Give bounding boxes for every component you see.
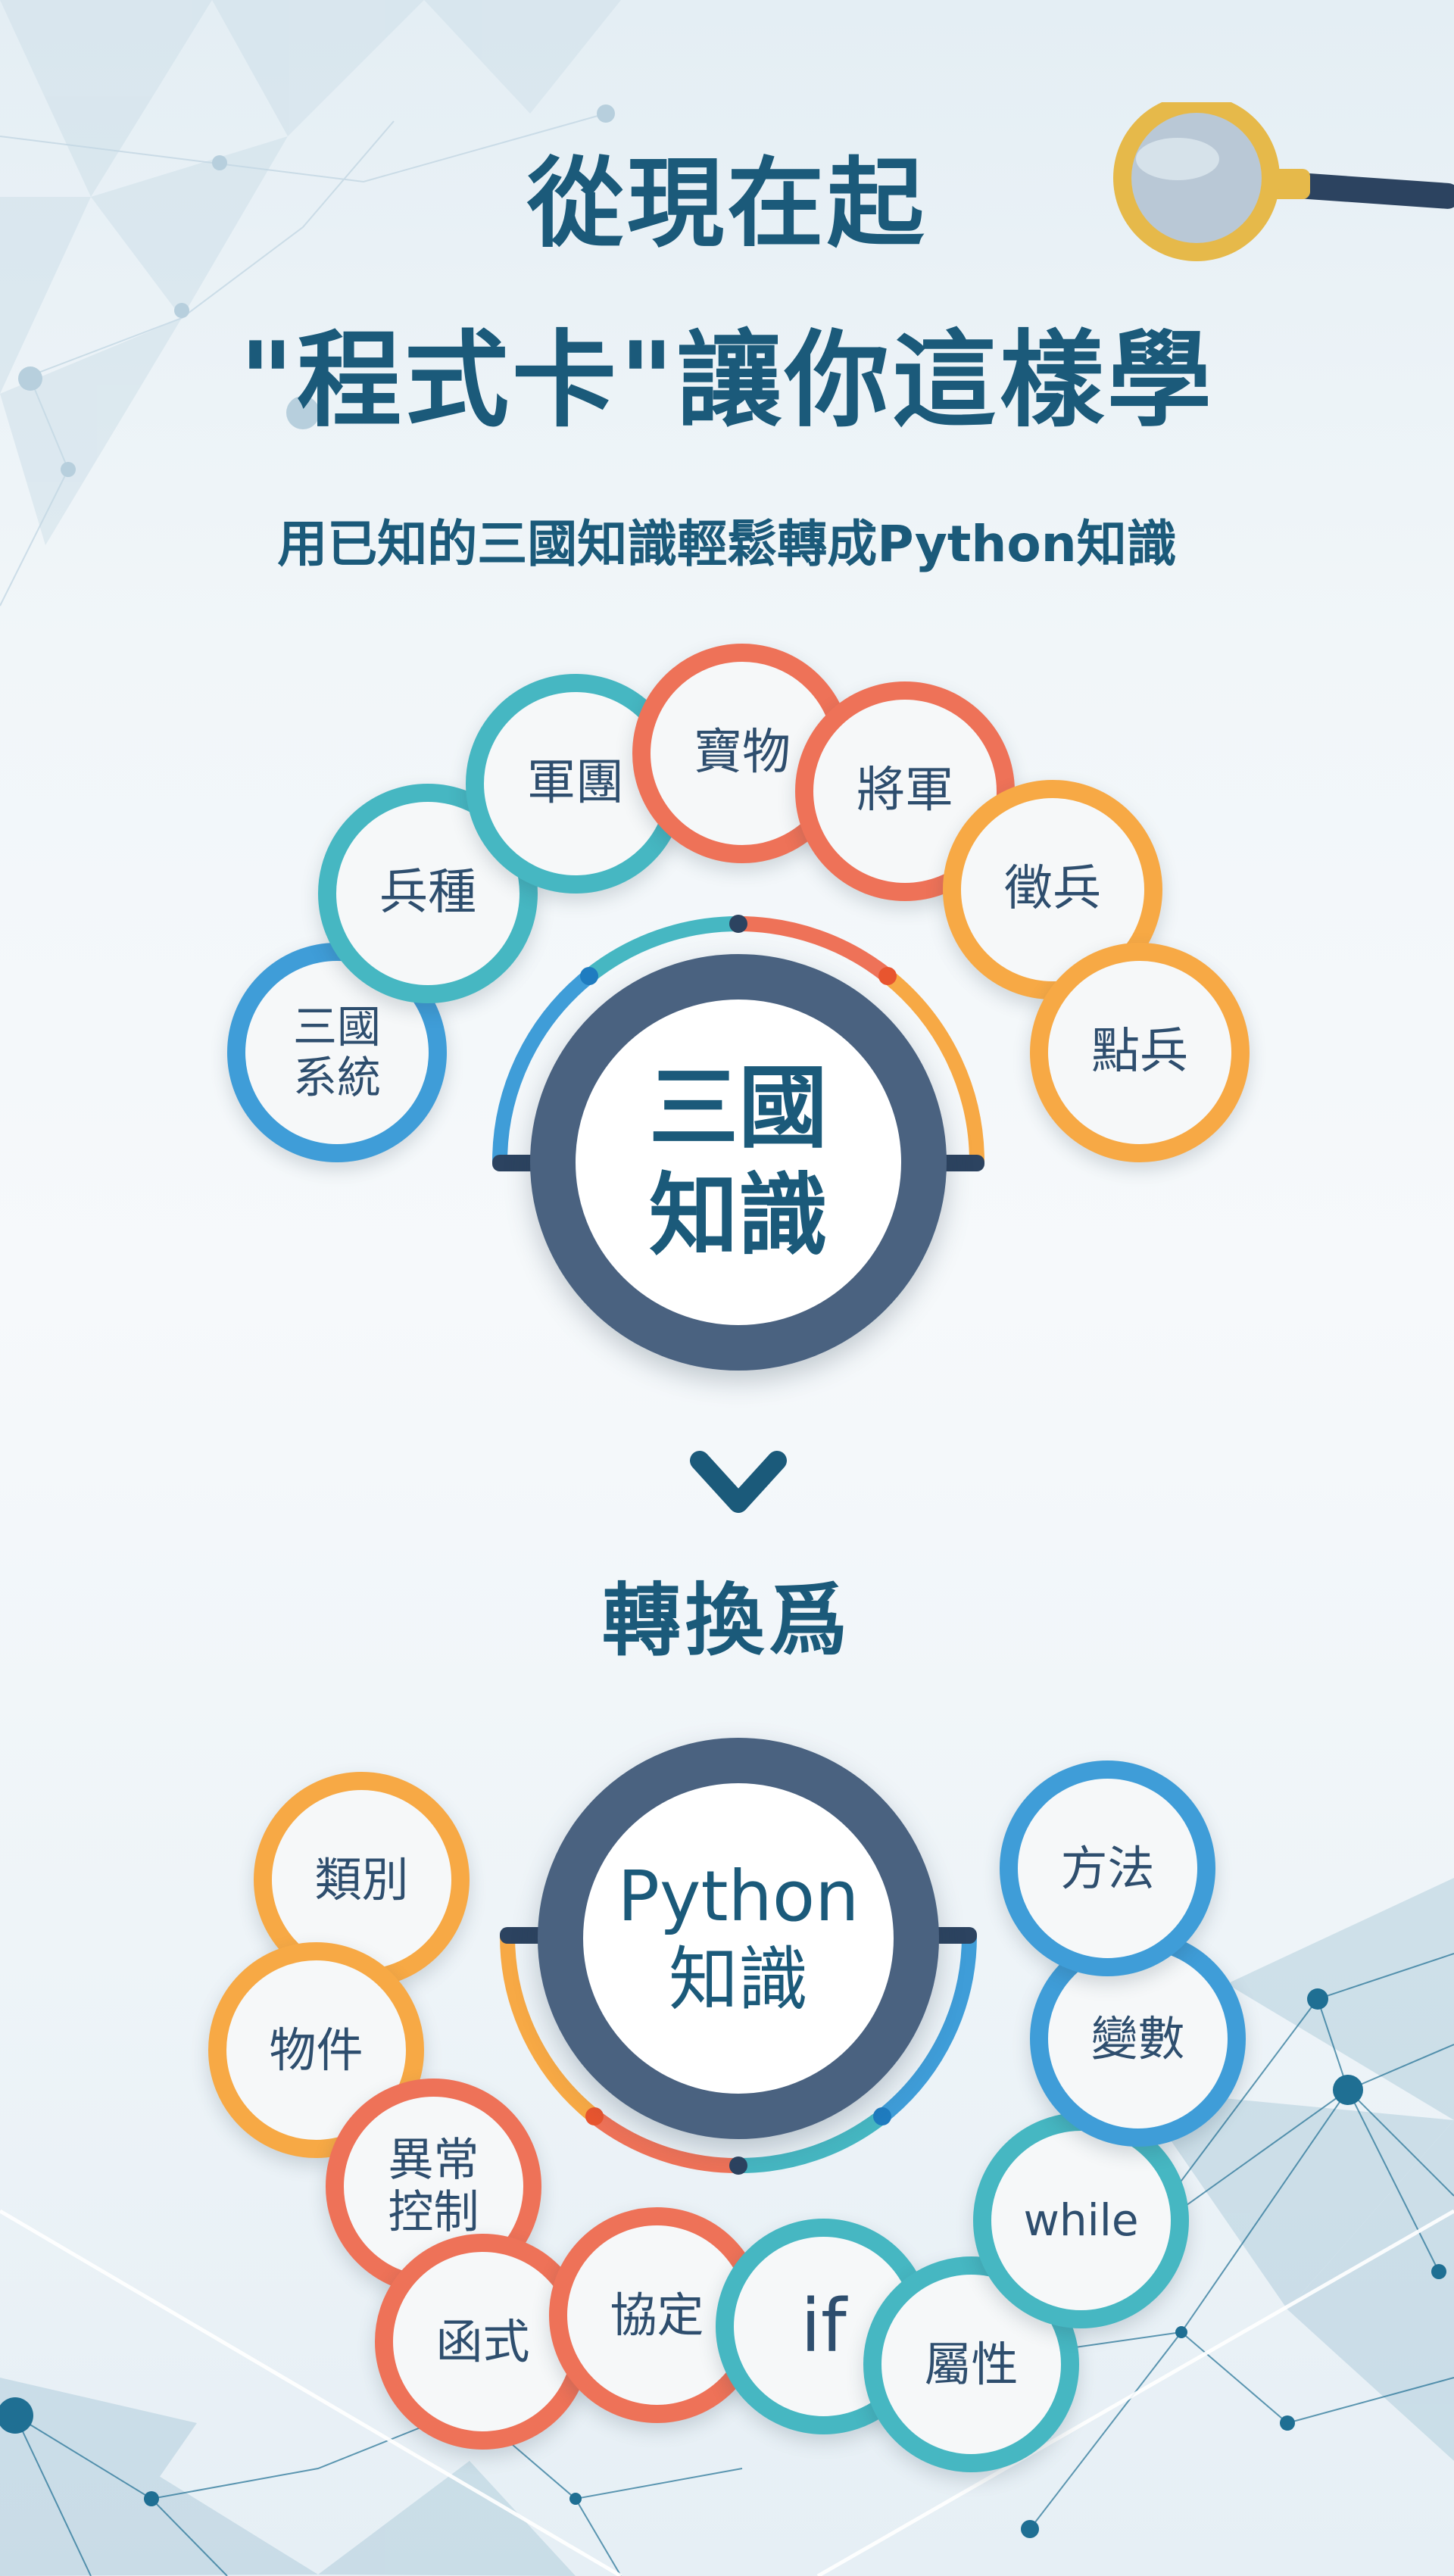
hub-center-python: Python 知識 — [538, 1738, 939, 2139]
card-method[interactable]: 方法 — [1000, 1760, 1215, 1976]
chevron-down-icon — [690, 1451, 787, 1513]
card-muster[interactable]: 點兵 — [1030, 943, 1250, 1162]
convert-label: 轉換爲 — [601, 1574, 852, 1667]
hub-center-sanguo: 三國 知識 — [530, 954, 947, 1371]
